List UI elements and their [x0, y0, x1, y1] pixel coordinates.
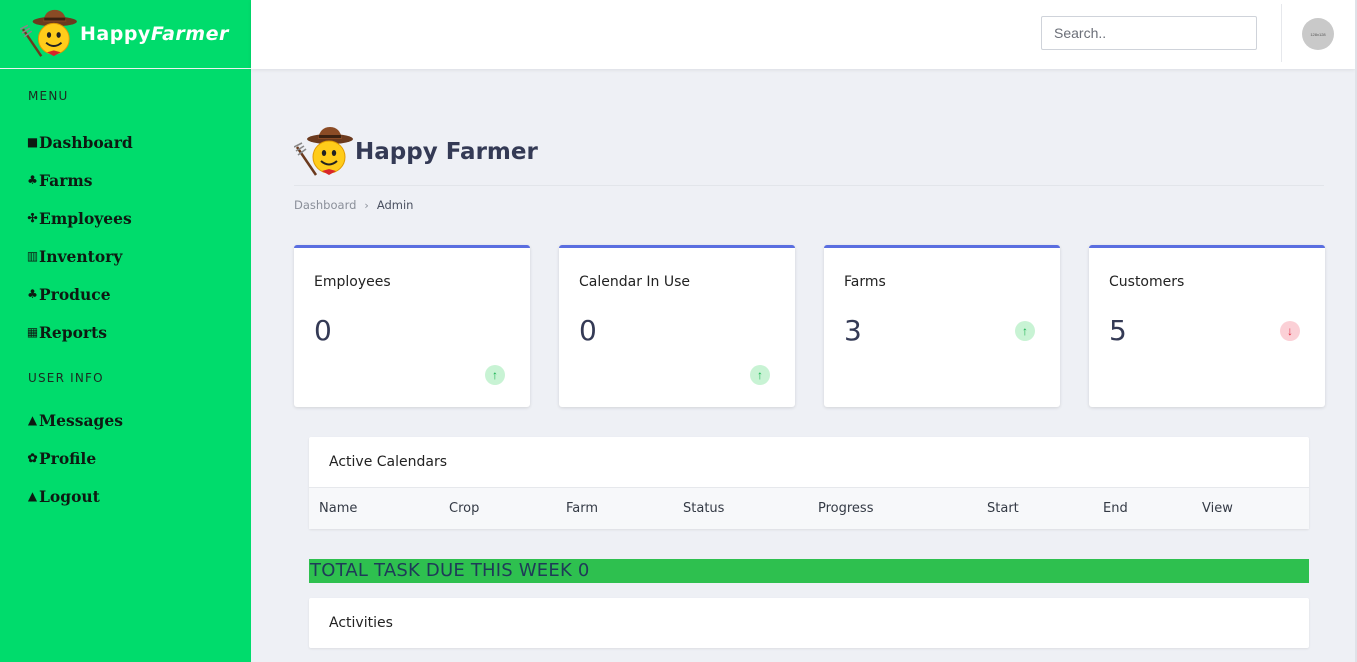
sidebar-item-employees[interactable]: ✣ Employees: [0, 199, 251, 237]
arrow-up-icon: ↑: [1015, 321, 1035, 341]
tree-icon: ♣: [27, 173, 38, 187]
arrow-up-icon: ↑: [485, 365, 505, 385]
gear-icon: ✿: [27, 451, 38, 465]
stat-cards: Employees 0 ↑ Calendar In Use 0 ↑ Farms …: [294, 245, 1325, 407]
card-label: Employees: [314, 274, 391, 290]
divider: [294, 185, 1324, 186]
sidebar-item-logout[interactable]: ▲ Logout: [0, 477, 251, 515]
sidebar-item-produce[interactable]: ♣ Produce: [0, 275, 251, 313]
card-label: Customers: [1109, 274, 1185, 290]
column-header-farm[interactable]: Farm: [566, 501, 598, 516]
farmer-logo-icon: [294, 127, 353, 176]
column-header-name[interactable]: Name: [319, 501, 357, 516]
column-header-progress[interactable]: Progress: [818, 501, 873, 516]
breadcrumb-current: Admin: [376, 198, 414, 212]
tree-icon: ♣: [27, 287, 38, 301]
column-header-start[interactable]: Start: [987, 501, 1019, 516]
sidebar-item-messages[interactable]: ▲ Messages: [0, 401, 251, 439]
column-header-end[interactable]: End: [1103, 501, 1128, 516]
panel-title: Active Calendars: [329, 454, 448, 470]
topbar-divider: [1281, 4, 1282, 62]
barcode-icon: ▥: [26, 249, 39, 263]
tasks-due-banner: TOTAL TASK DUE THIS WEEK 0: [309, 559, 1309, 583]
card-value: 3: [844, 314, 862, 347]
column-header-crop[interactable]: Crop: [449, 501, 479, 516]
bell-icon: ▲: [27, 413, 38, 427]
brand[interactable]: HappyFarmer: [0, 0, 251, 69]
sidebar-item-farms[interactable]: ♣ Farms: [0, 161, 251, 199]
card-label: Calendar In Use: [579, 274, 691, 290]
active-calendars-panel: Active Calendars Name Crop Farm Status P…: [309, 437, 1309, 529]
sidebar-item-dashboard[interactable]: ■ Dashboard: [0, 123, 251, 161]
breadcrumb: Dashboard › Admin: [294, 198, 413, 212]
stat-card-farms[interactable]: Farms 3 ↑: [824, 245, 1060, 407]
user-nav: ▲ Messages ✿ Profile ▲ Logout: [0, 401, 251, 515]
avatar[interactable]: 128x128: [1302, 18, 1334, 50]
sidebar-item-reports[interactable]: ▦ Reports: [0, 313, 251, 351]
sidebar: HappyFarmer MENU ■ Dashboard ♣ Farms ✣ Empl…: [0, 0, 251, 662]
sidebar-item-inventory[interactable]: ▥ Inventory: [0, 237, 251, 275]
arrow-up-icon: ↑: [750, 365, 770, 385]
chevron-right-icon: ›: [364, 198, 369, 212]
move-icon: ✣: [27, 211, 38, 225]
main-nav: ■ Dashboard ♣ Farms ✣ Employees ▥ Inventory …: [0, 123, 251, 351]
stat-card-customers[interactable]: Customers 5 ↓: [1089, 245, 1325, 407]
topbar: 128x128: [251, 0, 1355, 69]
card-value: 5: [1109, 314, 1127, 347]
card-label: Farms: [844, 274, 886, 290]
farmer-logo-icon: [20, 9, 77, 57]
sidebar-item-profile[interactable]: ✿ Profile: [0, 439, 251, 477]
card-value: 0: [314, 314, 332, 347]
stat-card-calendar[interactable]: Calendar In Use 0 ↑: [559, 245, 795, 407]
main-content: Happy Farmer Dashboard › Admin Employees…: [251, 69, 1355, 662]
dashboard-icon: ■: [26, 135, 39, 149]
user-info-heading: USER INFO: [28, 371, 104, 385]
bell-icon: ▲: [27, 489, 38, 503]
menu-heading: MENU: [28, 89, 69, 103]
page-title: Happy Farmer: [355, 139, 538, 165]
panel-title: Activities: [329, 615, 393, 631]
calendar-icon: ▦: [26, 325, 39, 339]
column-header-status[interactable]: Status: [683, 501, 724, 516]
breadcrumb-dashboard-link[interactable]: Dashboard: [294, 198, 356, 212]
page-header: Happy Farmer: [294, 125, 538, 179]
stat-card-employees[interactable]: Employees 0 ↑: [294, 245, 530, 407]
arrow-down-icon: ↓: [1280, 321, 1300, 341]
brand-name: HappyFarmer: [80, 23, 229, 45]
column-header-view[interactable]: View: [1202, 501, 1233, 516]
table-header: Name Crop Farm Status Progress Start End…: [309, 487, 1309, 529]
card-value: 0: [579, 314, 597, 347]
search-input[interactable]: [1041, 16, 1257, 50]
activities-panel: Activities: [309, 598, 1309, 648]
